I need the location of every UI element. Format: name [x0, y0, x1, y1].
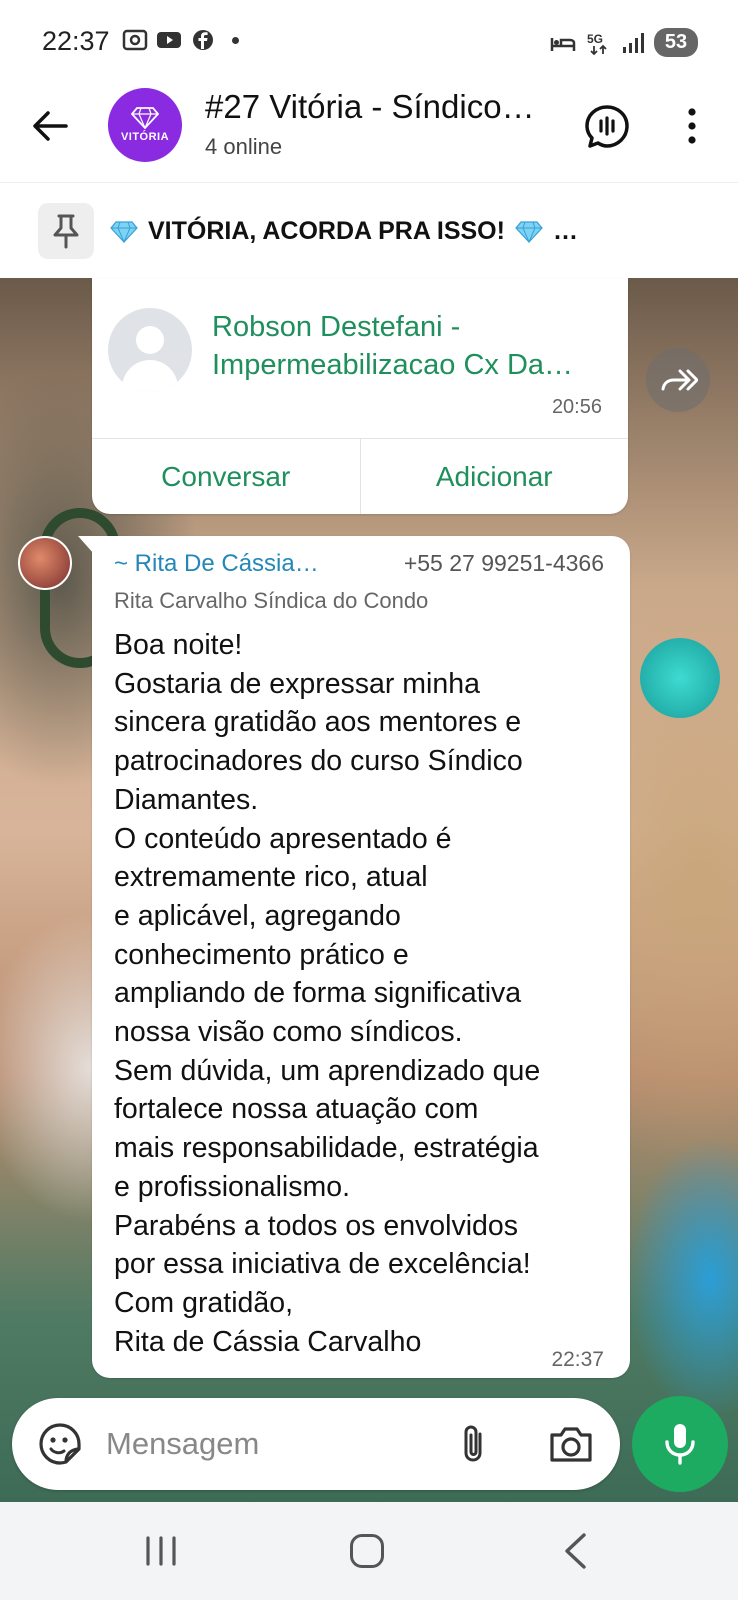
contact-name[interactable]: Robson Destefani - Impermeabilizacao Cx … [212, 308, 612, 384]
message-line: Diamantes. [114, 783, 259, 816]
message-line: extremamente rico, atual [114, 861, 428, 894]
pinned-text-label: VITÓRIA, ACORDA PRA ISSO! [148, 217, 505, 245]
status-system-icons: 5G 53 [550, 28, 698, 57]
diamond-icon [131, 107, 159, 129]
voice-chat-icon[interactable] [584, 104, 630, 150]
group-online-count: 4 online [205, 134, 283, 159]
message-line: por essa iniciativa de excelência! [114, 1248, 531, 1281]
home-icon[interactable] [350, 1534, 384, 1568]
message-line: Rita de Cássia Carvalho [114, 1325, 422, 1358]
message-line: Sem dúvida, um aprendizado que [114, 1054, 541, 1087]
more-options-icon[interactable] [680, 106, 704, 146]
sender-avatar[interactable] [18, 536, 72, 590]
wallpaper-decoration [640, 638, 720, 718]
contact-avatar [108, 308, 192, 392]
attachment-clip-icon[interactable] [456, 1422, 492, 1466]
pinned-message-bar[interactable]: VITÓRIA, ACORDA PRA ISSO! … [0, 182, 738, 278]
back-arrow-icon[interactable] [30, 106, 70, 146]
camera-icon[interactable] [548, 1424, 594, 1464]
message-line: O conteúdo apresentado é [114, 822, 452, 855]
pinned-text-ellipsis: … [552, 217, 578, 245]
svg-text:5G: 5G [587, 32, 603, 46]
contact-card-message[interactable]: Robson Destefani - Impermeabilizacao Cx … [92, 278, 628, 514]
message-text: Boa noite! Gostaria de expressar minha s… [114, 626, 614, 1361]
message-line: ampliando de forma significativa [114, 977, 522, 1010]
chat-header: VITÓRIA #27 Vitória - Síndico… 4 online [0, 82, 738, 182]
sticker-emoji-icon[interactable] [38, 1422, 82, 1466]
pinned-message-text: VITÓRIA, ACORDA PRA ISSO! … [110, 217, 578, 246]
signal-icon [623, 32, 644, 53]
forward-button[interactable] [646, 348, 710, 412]
message-line: e profissionalismo. [114, 1170, 351, 1203]
notification-dot [232, 36, 239, 44]
voice-record-button[interactable] [632, 1396, 728, 1492]
group-avatar[interactable]: VITÓRIA [108, 88, 182, 162]
contact-card-actions: Conversar Adicionar [92, 438, 628, 514]
group-title[interactable]: #27 Vitória - Síndico… [205, 88, 555, 126]
message-line: Gostaria de expressar minha [114, 667, 480, 700]
message-sender-name[interactable]: ~ Rita De Cássia… [114, 550, 319, 578]
status-bar: 22:37 5G 53 [0, 0, 738, 82]
message-line: fortalece nossa atuação com [114, 1093, 479, 1126]
message-composer [12, 1398, 620, 1490]
message-time: 22:37 [551, 1348, 604, 1371]
dnd-bed-icon [550, 37, 576, 51]
facebook-icon [193, 30, 213, 50]
recents-icon[interactable] [144, 1536, 178, 1566]
message-line: Com gratidão, [114, 1286, 294, 1319]
group-avatar-text: VITÓRIA [120, 131, 170, 143]
message-tail [78, 536, 94, 554]
message-line: e aplicável, agregando [114, 899, 401, 932]
contact-name-line1: Robson Destefani - [212, 311, 461, 343]
status-time: 22:37 [42, 26, 110, 56]
battery-indicator: 53 [654, 28, 698, 57]
pin-button[interactable] [38, 203, 94, 259]
message-input[interactable] [106, 1418, 436, 1470]
add-contact-button[interactable]: Adicionar [361, 439, 629, 514]
message-line: patrocinadores do curso Síndico [114, 745, 523, 778]
message-bubble[interactable]: ~ Rita De Cássia… +55 27 99251-4366 Rita… [78, 536, 630, 1378]
pin-icon [53, 214, 79, 249]
system-navigation-bar [0, 1502, 738, 1600]
gem-emoji-icon [515, 220, 543, 243]
5g-icon: 5G [587, 32, 607, 55]
microphone-icon [665, 1424, 695, 1465]
message-line: Parabéns a todos os envolvidos [114, 1209, 519, 1242]
message-line: mais responsabilidade, estratégia [114, 1132, 539, 1165]
youtube-icon [157, 32, 181, 48]
screenshot-icon [122, 29, 148, 51]
message-line: conhecimento prático e [114, 938, 409, 971]
message-sender-phone[interactable]: +55 27 99251-4366 [404, 550, 604, 577]
gem-emoji-icon [110, 220, 138, 243]
message-line: sincera gratidão aos mentores e [114, 706, 522, 739]
message-sender-pushname: Rita Carvalho Síndica do Condo [114, 588, 429, 613]
message-line: nossa visão como síndicos. [114, 1016, 463, 1049]
status-notification-icons [122, 29, 239, 51]
nav-back-icon[interactable] [560, 1532, 590, 1570]
chat-contact-button[interactable]: Conversar [92, 439, 361, 514]
contact-name-line2: Impermeabilizacao Cx Da… [212, 349, 574, 381]
message-line: Boa noite! [114, 629, 243, 661]
forward-icon [661, 369, 698, 391]
contact-card-time: 20:56 [551, 396, 602, 418]
